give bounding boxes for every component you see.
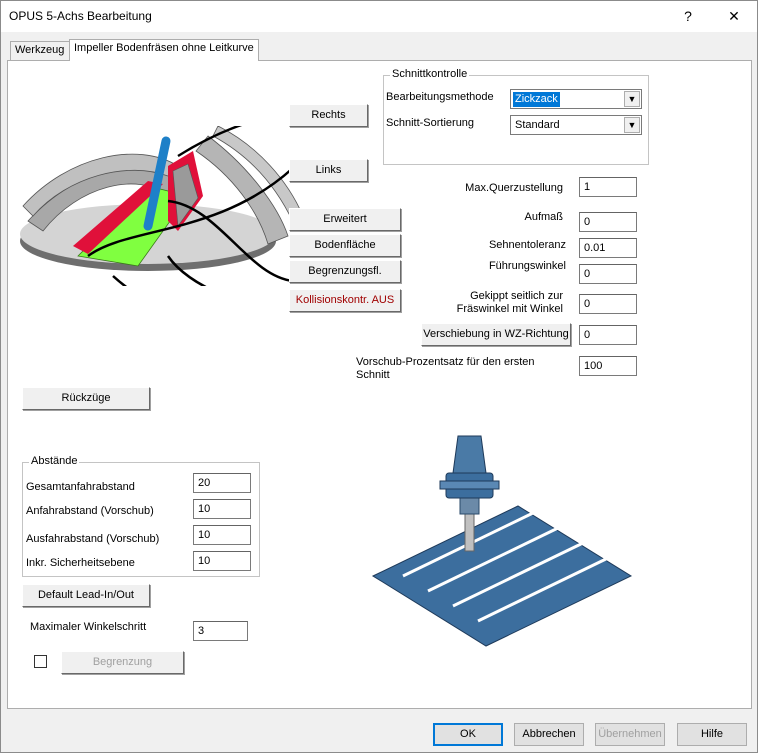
gesamt-label: Gesamtanfahrabstand [26,481,135,493]
impeller-illustration [20,126,304,286]
uebernehmen-button[interactable]: Übernehmen [595,723,665,746]
fuehrungswinkel-label: Führungswinkel [488,260,566,272]
title-bar[interactable]: OPUS 5-Achs Bearbeitung ? ✕ [1,1,757,32]
verschiebung-button[interactable]: Verschiebung in WZ-Richtung [421,323,571,346]
sort-label: Schnitt-Sortierung [386,117,475,129]
bodenflaeche-button[interactable]: Bodenfläche [289,234,401,257]
ausfahr-label: Ausfahrabstand (Vorschub) [26,533,160,545]
anfahr-input[interactable]: 10 [193,499,251,519]
fuehrungswinkel-input[interactable]: 0 [579,264,637,284]
method-label: Bearbeitungsmethode [386,91,494,103]
max-querzustellung-label: Max.Querzustellung [465,182,563,194]
tool-flange [439,480,500,490]
method-value: Zickzack [512,91,561,108]
verschiebung-input[interactable]: 0 [579,325,637,345]
dialog-window: OPUS 5-Achs Bearbeitung ? ✕ Werkzeug Imp… [0,0,758,753]
method-select[interactable]: Zickzack ▼ [510,89,642,109]
tab-impeller[interactable]: Impeller Bodenfräsen ohne Leitkurve [69,39,259,61]
sehnentoleranz-input[interactable]: 0.01 [579,238,637,258]
tool-cutter [464,510,475,552]
abstaende-title: Abstände [29,455,80,467]
window-title: OPUS 5-Achs Bearbeitung [9,9,152,23]
tab-werkzeug[interactable]: Werkzeug [10,41,70,60]
vorschub-input[interactable]: 100 [579,356,637,376]
aufmass-input[interactable]: 0 [579,212,637,232]
tool-collet [459,495,480,515]
erweitert-button[interactable]: Erweitert [289,208,401,231]
hilfe-button[interactable]: Hilfe [677,723,747,746]
sehnentoleranz-label: Sehnentoleranz [488,239,566,251]
close-icon[interactable]: ✕ [711,1,757,32]
begrenzung-button[interactable]: Begrenzung [61,651,184,674]
abbrechen-button[interactable]: Abbrechen [514,723,584,746]
chevron-down-icon[interactable]: ▼ [624,91,640,107]
gekippt-label-1: Gekippt seitlich zur [470,290,563,302]
help-icon[interactable]: ? [665,1,711,32]
rechts-button[interactable]: Rechts [289,104,368,127]
vorschub-label-1: Vorschub-Prozentsatz für den ersten [356,356,535,368]
zigzag-milling-illustration [371,435,633,647]
vorschub-label-2: Schnitt [356,369,390,378]
begrenzung-checkbox[interactable] [34,655,47,668]
abstaende-group: Abstände Gesamtanfahrabstand 20 Anfahrab… [22,455,260,577]
tab-strip: Werkzeug Impeller Bodenfräsen ohne Leitk… [1,39,757,61]
chevron-down-icon[interactable]: ▼ [624,117,640,133]
kollision-button[interactable]: Kollisionskontr. AUS [289,289,401,312]
inkr-input[interactable]: 10 [193,551,251,571]
winkelschritt-label: Maximaler Winkelschritt [30,621,147,633]
aufmass-label: Aufmaß [524,211,563,223]
tab-panel: Rechts Links Erweitert Bodenfläche Begre… [7,60,752,709]
max-querzustellung-input[interactable]: 1 [579,177,637,197]
gekippt-input[interactable]: 0 [579,294,637,314]
anfahr-label: Anfahrabstand (Vorschub) [26,505,154,517]
schnittkontrolle-title: Schnittkontrolle [390,68,470,80]
begrenzung-surface-button[interactable]: Begrenzungsfl. [289,260,401,283]
sort-value: Standard [515,119,560,131]
links-button[interactable]: Links [289,159,368,182]
inkr-label: Inkr. Sicherheitsebene [26,557,135,569]
tool-taper [452,435,487,474]
rueckzuege-button[interactable]: Rückzüge [22,387,150,410]
schnittkontrolle-group: Schnittkontrolle Bearbeitungsmethode Zic… [383,68,649,165]
ausfahr-input[interactable]: 10 [193,525,251,545]
gesamt-input[interactable]: 20 [193,473,251,493]
ok-button[interactable]: OK [433,723,503,746]
sort-select[interactable]: Standard ▼ [510,115,642,135]
winkelschritt-input[interactable]: 3 [193,621,248,641]
default-lead-button[interactable]: Default Lead-In/Out [22,584,150,607]
gekippt-label-2: Fräswinkel mit Winkel [456,303,563,315]
